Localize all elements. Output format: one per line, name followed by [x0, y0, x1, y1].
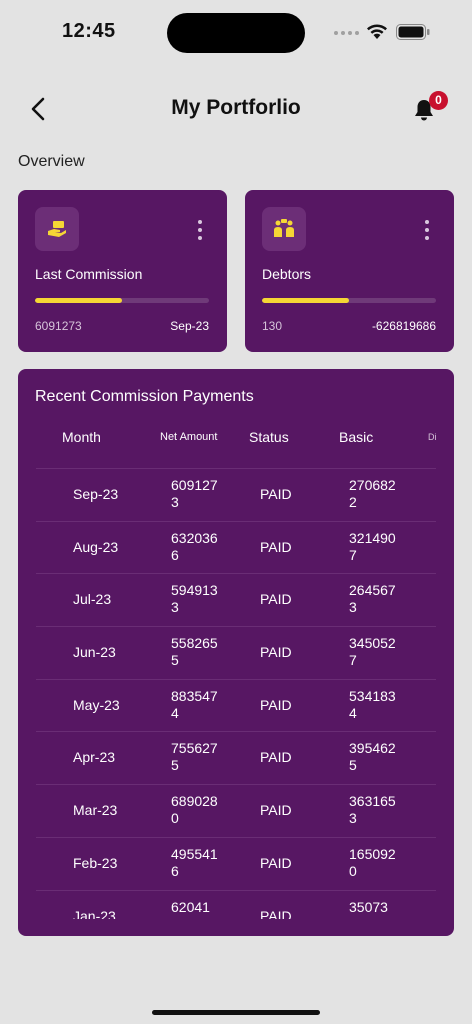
column-header-status: Status	[249, 429, 289, 445]
month-cell: Mar-23	[73, 802, 118, 819]
basic-cell: 3954625	[349, 740, 396, 774]
basic-cell: 3450527	[349, 635, 396, 669]
month-cell: Apr-23	[73, 749, 116, 766]
month-cell: May-23	[73, 696, 120, 713]
table-row[interactable]: Jan-23 62041 PAID 35073	[36, 889, 436, 920]
status-cell: PAID	[260, 538, 292, 555]
net-amount-cell: 5582655	[171, 635, 218, 669]
month-cell: Jun-23	[73, 644, 116, 661]
progress-bar	[262, 298, 436, 303]
card-left-value: 6091273	[35, 319, 82, 333]
net-amount-cell: 4955416	[171, 845, 218, 879]
hand-money-icon	[35, 207, 79, 251]
net-amount-cell: 6320366	[171, 529, 218, 563]
basic-cell: 3631653	[349, 793, 396, 827]
progress-bar	[35, 298, 209, 303]
month-cell: Jan-23	[73, 907, 116, 920]
month-cell: Feb-23	[73, 854, 118, 871]
table-row[interactable]: Sep-23 6091273 PAID 2706822	[36, 468, 436, 521]
status-cell: PAID	[260, 696, 292, 713]
basic-cell: 2706822	[349, 477, 396, 510]
status-cell: PAID	[260, 907, 292, 920]
notification-badge[interactable]: 0	[429, 91, 448, 110]
net-amount-cell: 6890280	[171, 793, 218, 827]
table-row[interactable]: Aug-23 6320366 PAID 3214907	[36, 520, 436, 574]
battery-icon	[396, 24, 430, 40]
table-row[interactable]: Feb-23 4955416 PAID 1650920	[36, 836, 436, 890]
status-cell: PAID	[260, 591, 292, 608]
card-title: Debtors	[262, 266, 312, 282]
table-row[interactable]: Mar-23 6890280 PAID 3631653	[36, 784, 436, 837]
wifi-icon	[367, 24, 387, 39]
clock: 12:45	[62, 20, 116, 42]
more-options-icon[interactable]	[424, 220, 430, 240]
basic-cell: 35073	[349, 898, 388, 915]
status-cell: PAID	[260, 749, 292, 766]
card-right-value: -626819686	[371, 319, 436, 333]
table-row[interactable]: Apr-23 7556275 PAID 3954625	[36, 731, 436, 784]
column-header-month: Month	[62, 429, 101, 445]
card-left-value: 130	[262, 319, 283, 333]
signal-icon	[334, 31, 359, 35]
overview-label: Overview	[18, 153, 85, 170]
status-cell: PAID	[260, 854, 292, 871]
table-header: Month Net Amount Status Basic Di	[18, 429, 454, 453]
table-row[interactable]: May-23 8835474 PAID 5341834	[36, 678, 436, 732]
month-cell: Sep-23	[73, 486, 119, 502]
people-debt-icon	[262, 207, 306, 251]
net-amount-cell: 6091273	[171, 477, 218, 510]
net-amount-cell: 62041	[171, 898, 210, 915]
column-header-basic: Basic	[339, 429, 374, 445]
status-cell: PAID	[260, 644, 292, 661]
last-commission-card[interactable]: Last Commission 6091273 Sep-23	[18, 190, 227, 352]
status-cell: PAID	[260, 802, 292, 819]
month-cell: Jul-23	[73, 591, 112, 608]
column-header-di: Di	[428, 432, 437, 442]
page-title: My Portforlio	[171, 96, 301, 119]
more-options-icon[interactable]	[197, 220, 203, 240]
table-title: Recent Commission Payments	[35, 388, 254, 405]
debtors-card[interactable]: Debtors 130 -626819686	[245, 190, 454, 352]
column-header-net-amount: Net Amount	[160, 431, 218, 443]
card-right-value: Sep-23	[170, 319, 209, 333]
basic-cell: 5341834	[349, 687, 396, 721]
status-bar: 12:45	[0, 0, 472, 64]
home-indicator	[152, 1010, 320, 1015]
table-row[interactable]: Jun-23 5582655 PAID 3450527	[36, 626, 436, 679]
dynamic-island	[167, 13, 305, 53]
net-amount-cell: 5949133	[171, 582, 218, 616]
basic-cell: 3214907	[349, 529, 396, 563]
table-body[interactable]: Sep-23 6091273 PAID 2706822 Aug-23 6320366 PAI…	[36, 468, 436, 919]
net-amount-cell: 8835474	[171, 687, 218, 721]
table-row[interactable]: Jul-23 5949133 PAID 2645673	[36, 573, 436, 626]
basic-cell: 1650920	[349, 845, 396, 879]
card-title: Last Commission	[35, 266, 143, 282]
net-amount-cell: 7556275	[171, 740, 218, 774]
basic-cell: 2645673	[349, 582, 396, 616]
month-cell: Aug-23	[73, 538, 119, 555]
status-cell: PAID	[260, 486, 292, 502]
recent-commission-payments-table[interactable]: Recent Commission Payments Month Net Amo…	[18, 369, 454, 936]
